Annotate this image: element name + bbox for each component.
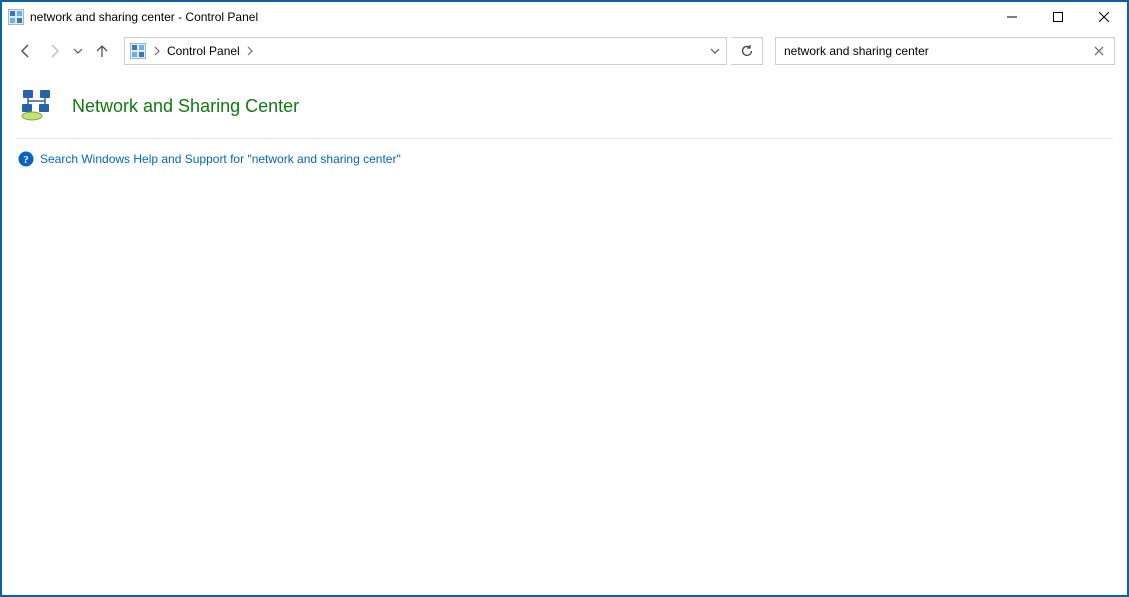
- content-area: Network and Sharing Center ? Search Wind…: [2, 70, 1127, 167]
- close-button[interactable]: [1081, 2, 1127, 32]
- window-title: network and sharing center - Control Pan…: [30, 10, 258, 24]
- chevron-right-icon[interactable]: [149, 46, 165, 56]
- page-title: Network and Sharing Center: [72, 96, 299, 117]
- search-input[interactable]: [782, 43, 1090, 59]
- breadcrumb-root[interactable]: Control Panel: [165, 40, 242, 62]
- refresh-button[interactable]: [731, 37, 763, 65]
- search-box[interactable]: [775, 37, 1115, 65]
- up-button[interactable]: [90, 39, 114, 63]
- help-link-row: ? Search Windows Help and Support for "n…: [16, 139, 1113, 167]
- category-heading: Network and Sharing Center: [16, 88, 1113, 139]
- clear-search-button[interactable]: [1090, 46, 1108, 56]
- navigation-toolbar: Control Panel: [2, 32, 1127, 70]
- window-controls: [989, 2, 1127, 32]
- network-sharing-icon: [20, 88, 56, 124]
- back-button[interactable]: [14, 39, 38, 63]
- address-bar[interactable]: Control Panel: [124, 37, 727, 65]
- help-icon: ?: [18, 151, 34, 167]
- address-dropdown-button[interactable]: [704, 38, 726, 64]
- chevron-right-icon[interactable]: [242, 46, 258, 56]
- control-panel-icon: [127, 43, 149, 59]
- maximize-button[interactable]: [1035, 2, 1081, 32]
- minimize-button[interactable]: [989, 2, 1035, 32]
- control-panel-icon: [8, 9, 24, 25]
- recent-locations-button[interactable]: [70, 39, 86, 63]
- help-search-link[interactable]: Search Windows Help and Support for "net…: [40, 152, 401, 166]
- forward-button[interactable]: [42, 39, 66, 63]
- svg-text:?: ?: [23, 154, 29, 166]
- titlebar: network and sharing center - Control Pan…: [2, 2, 1127, 32]
